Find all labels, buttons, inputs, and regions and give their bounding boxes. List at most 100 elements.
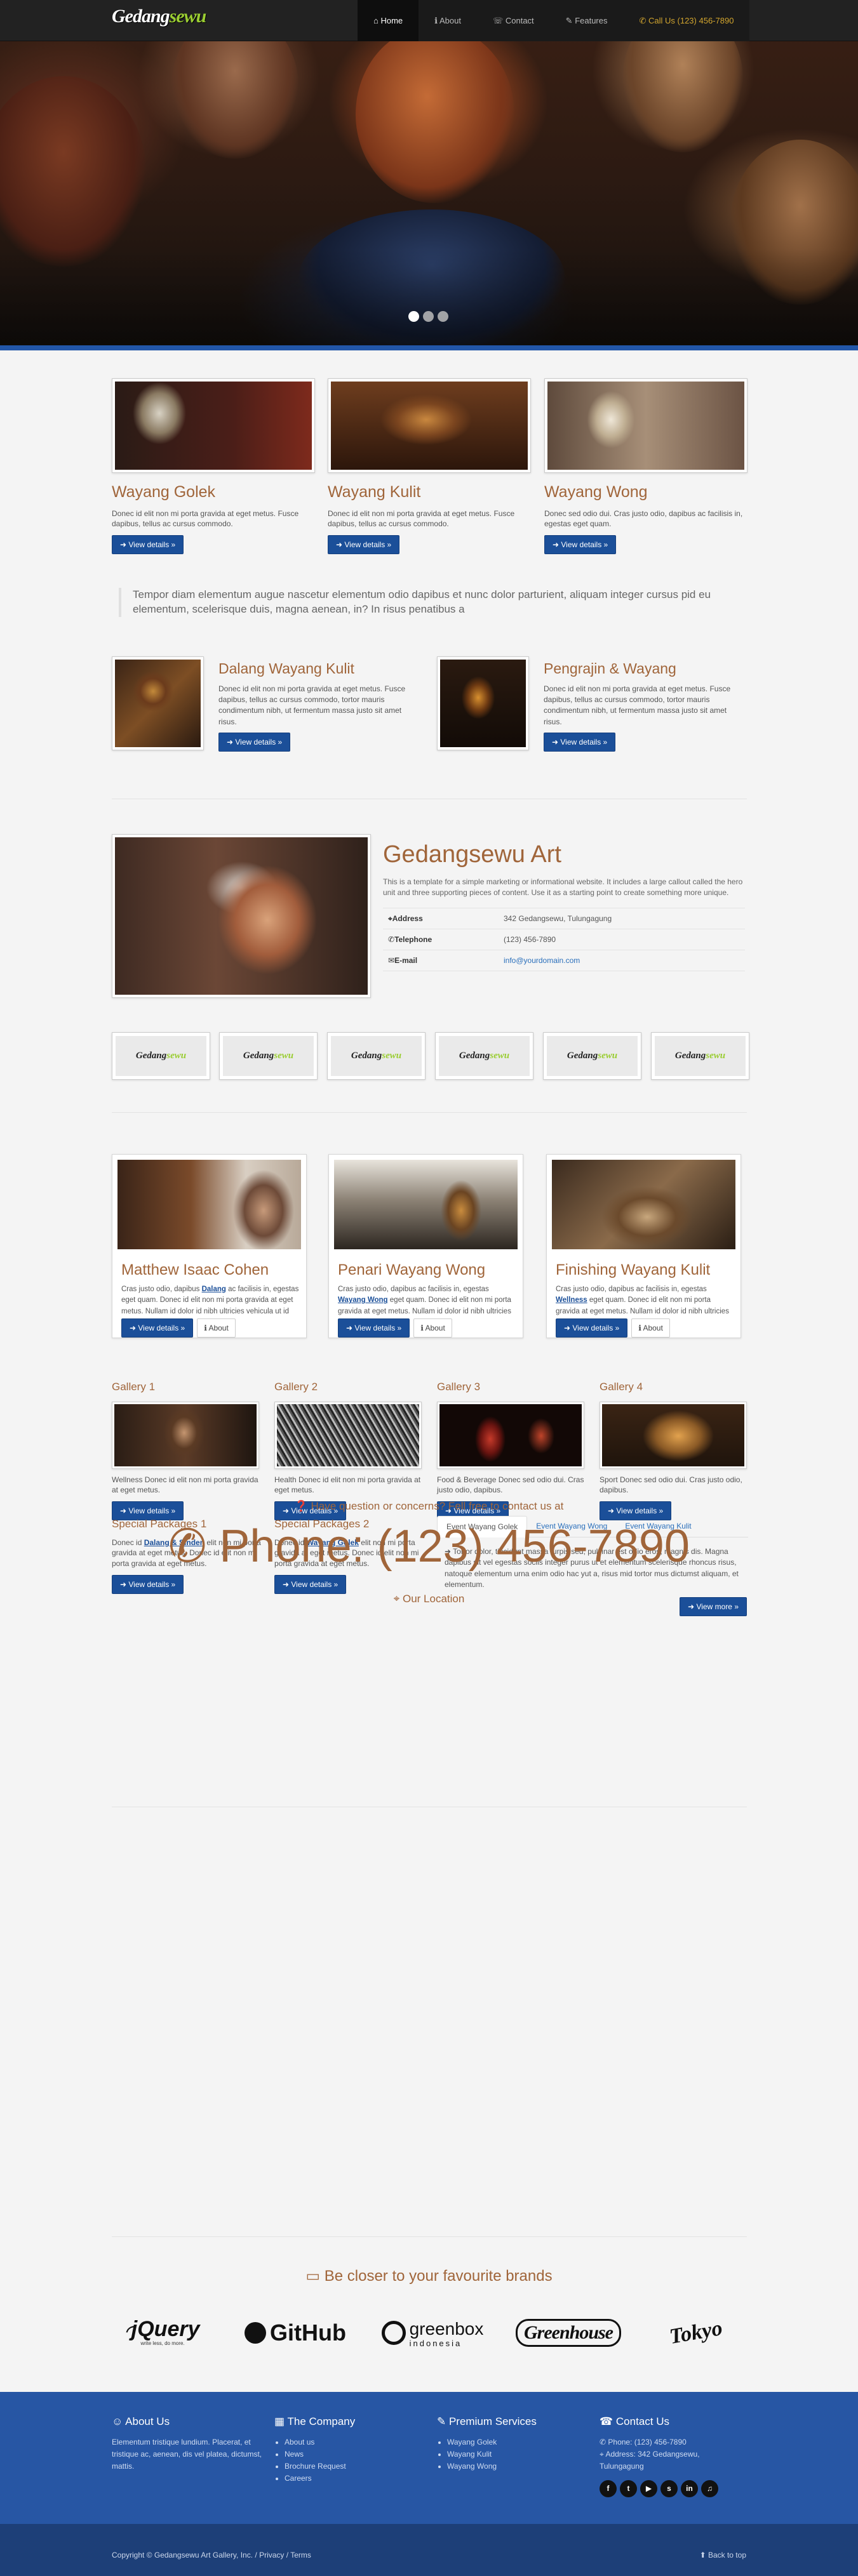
site-logo[interactable]: Gedangsewu bbox=[112, 6, 206, 27]
feature-thumbnail[interactable] bbox=[328, 378, 531, 473]
card-link[interactable]: Wayang Wong bbox=[338, 1296, 388, 1304]
about-text: This is a template for a simple marketin… bbox=[383, 877, 743, 898]
feature-wayang-kulit: Wayang Kulit Donec id elit non mi porta … bbox=[328, 378, 531, 555]
arrow-up-icon: ⬆ bbox=[699, 2551, 708, 2559]
footer-link-wong[interactable]: Wayang Wong bbox=[447, 2460, 589, 2473]
soundcloud-icon[interactable]: ♫ bbox=[701, 2480, 718, 2498]
gallery-thumbnail[interactable] bbox=[600, 1401, 747, 1469]
card-image[interactable] bbox=[334, 1160, 518, 1249]
about-button[interactable]: ℹ About bbox=[631, 1318, 670, 1338]
youtube-icon[interactable]: ▶ bbox=[640, 2480, 657, 2498]
twitter-icon[interactable]: t bbox=[620, 2480, 637, 2498]
contact-phone[interactable]: ✆ Phone: (123) 456-7890 bbox=[0, 1524, 858, 1569]
email-link[interactable]: info@yourdomain.com bbox=[504, 955, 580, 966]
feature-wayang-wong: Wayang Wong Donec sed odio dui. Cras jus… bbox=[544, 378, 747, 555]
view-details-button[interactable]: ➜ View details » bbox=[112, 535, 184, 555]
user-icon: ☺ bbox=[112, 2415, 126, 2427]
brand-greenbox[interactable]: greenbox indonesia bbox=[379, 2311, 486, 2355]
facebook-icon[interactable]: f bbox=[600, 2480, 617, 2498]
media-title: Pengrajin & Wayang bbox=[544, 660, 676, 677]
brand-jquery[interactable]: ◜jQuery write less, do more. bbox=[112, 2311, 213, 2355]
nav-home[interactable]: ⌂ Home bbox=[358, 0, 419, 41]
card-title: Matthew Isaac Cohen bbox=[121, 1261, 269, 1278]
footer-link-careers[interactable]: Careers bbox=[285, 2473, 427, 2485]
chevron-right-circle-icon: ➜ bbox=[120, 540, 129, 550]
feature-thumbnail[interactable] bbox=[112, 378, 315, 473]
footer-link-kulit[interactable]: Wayang Kulit bbox=[447, 2448, 589, 2460]
carousel-dot-1[interactable] bbox=[408, 311, 419, 322]
footer-link-golek[interactable]: Wayang Golek bbox=[447, 2436, 589, 2448]
info-icon: ℹ bbox=[434, 16, 439, 25]
card-link[interactable]: Dalang bbox=[202, 1285, 226, 1293]
partner-logo[interactable]: Gedangsewu bbox=[327, 1032, 426, 1080]
carousel-indicators bbox=[408, 311, 448, 322]
nav-call-us[interactable]: ✆ Call Us (123) 456-7890 bbox=[624, 0, 750, 41]
media-body: Dalang Wayang Kulit Donec id elit non mi… bbox=[218, 658, 409, 752]
terms-link[interactable]: Terms bbox=[290, 2551, 311, 2559]
footer-link-about[interactable]: About us bbox=[285, 2436, 427, 2448]
view-details-button[interactable]: ➜ View details » bbox=[544, 733, 616, 752]
footer-about: ☺ About Us Elementum tristique lundium. … bbox=[112, 2415, 262, 2471]
address-row: ⌖Address 342 Gedangsewu, Tulungagung bbox=[383, 907, 745, 929]
main-nav: ⌂ Home ℹ About ☏ Contact ✎ Features ✆ Ca… bbox=[358, 0, 750, 41]
back-to-top-link[interactable]: ⬆ Back to top bbox=[700, 2549, 746, 2561]
privacy-link[interactable]: Privacy bbox=[259, 2551, 284, 2559]
gallery-title: Gallery 1 bbox=[112, 1381, 156, 1393]
linkedin-icon[interactable]: in bbox=[681, 2480, 698, 2498]
brand-tokyo[interactable]: Tokyo bbox=[658, 2311, 734, 2355]
about-image[interactable] bbox=[112, 834, 371, 998]
media-thumbnail[interactable] bbox=[437, 656, 529, 750]
partner-logo[interactable]: Gedangsewu bbox=[219, 1032, 318, 1080]
card-title: Finishing Wayang Kulit bbox=[556, 1261, 711, 1278]
view-details-button[interactable]: ➜ View details » bbox=[338, 1318, 410, 1338]
brands-section: ▭ Be closer to your favourite brands bbox=[0, 2265, 858, 2288]
brand-github[interactable]: GitHub bbox=[235, 2311, 356, 2355]
footer-link-news[interactable]: News bbox=[285, 2448, 427, 2460]
hero-carousel[interactable] bbox=[0, 0, 858, 350]
partner-logo[interactable]: Gedangsewu bbox=[543, 1032, 641, 1080]
home-icon: ⌂ bbox=[373, 16, 381, 25]
nav-contact[interactable]: ☏ Contact bbox=[477, 0, 550, 41]
partner-logo[interactable]: Gedangsewu bbox=[651, 1032, 749, 1080]
navbar: Gedangsewu ⌂ Home ℹ About ☏ Contact ✎ Fe… bbox=[0, 0, 858, 41]
gallery-thumbnail[interactable] bbox=[437, 1401, 584, 1469]
view-details-button[interactable]: ➜ View details » bbox=[121, 1318, 194, 1338]
chevron-right-circle-icon: ➜ bbox=[564, 1324, 573, 1332]
divider bbox=[112, 2236, 747, 2237]
card-link[interactable]: Wellness bbox=[556, 1296, 587, 1304]
feature-thumbnail[interactable] bbox=[544, 378, 747, 473]
nav-about[interactable]: ℹ About bbox=[419, 0, 477, 41]
view-details-button[interactable]: ➜ View details » bbox=[556, 1318, 628, 1338]
about-button[interactable]: ℹ About bbox=[413, 1318, 452, 1338]
partner-logo[interactable]: Gedangsewu bbox=[435, 1032, 533, 1080]
nav-features[interactable]: ✎ Features bbox=[550, 0, 624, 41]
view-details-button[interactable]: ➜ View details » bbox=[218, 733, 291, 752]
chevron-right-circle-icon: ➜ bbox=[336, 540, 345, 550]
gallery-thumbnail[interactable] bbox=[112, 1401, 259, 1469]
skype-icon[interactable]: s bbox=[660, 2480, 678, 2498]
card-image[interactable] bbox=[552, 1160, 735, 1249]
about-button[interactable]: ℹ About bbox=[197, 1318, 236, 1338]
partner-logo[interactable]: Gedangsewu bbox=[112, 1032, 210, 1080]
gallery-thumbnail[interactable] bbox=[274, 1401, 422, 1469]
wrench-icon: ✎ bbox=[565, 16, 575, 25]
chevron-right-circle-icon: ➜ bbox=[346, 1324, 355, 1332]
chevron-right-circle-icon: ➜ bbox=[130, 1324, 138, 1332]
contact-section: ❓ Have question or concerns? Fell free t… bbox=[0, 1498, 858, 1607]
carousel-dot-3[interactable] bbox=[438, 311, 448, 322]
view-details-button[interactable]: ➜ View details » bbox=[328, 535, 400, 555]
our-location-link[interactable]: ⌖ Our Location bbox=[0, 1591, 858, 1607]
brand-greenhouse[interactable]: Greenhouse bbox=[514, 2311, 622, 2355]
footer-link-brochure[interactable]: Brochure Request bbox=[285, 2460, 427, 2473]
footer-contact: ☎ Contact Us ✆ Phone: (123) 456-7890 ⌖ A… bbox=[600, 2413, 746, 2498]
map-marker-icon: ⌖ bbox=[393, 1592, 403, 1605]
carousel-dot-2[interactable] bbox=[423, 311, 434, 322]
chevron-right-circle-icon: ➜ bbox=[227, 738, 236, 747]
view-details-button[interactable]: ➜ View details » bbox=[544, 535, 617, 555]
about-title: Gedangsewu Art bbox=[383, 841, 561, 868]
feature-text: Donec id elit non mi porta gravida at eg… bbox=[328, 508, 515, 529]
card-image[interactable] bbox=[117, 1160, 301, 1249]
phone-icon: ✆ bbox=[388, 934, 395, 944]
media-thumbnail[interactable] bbox=[112, 656, 204, 750]
phone-icon: ✆ bbox=[600, 2437, 608, 2447]
